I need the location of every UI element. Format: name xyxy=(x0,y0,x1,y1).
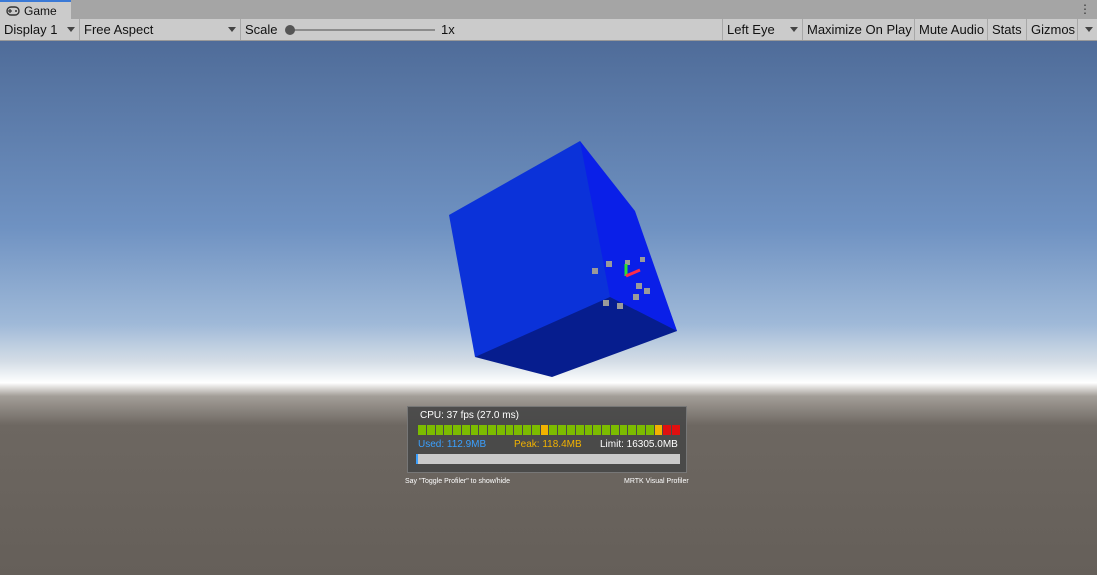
frame-bar xyxy=(453,425,461,435)
frame-bar xyxy=(575,425,584,435)
frame-bar xyxy=(567,425,575,435)
frame-bar xyxy=(479,425,488,435)
frame-bar xyxy=(654,425,663,435)
gamepad-icon xyxy=(6,5,20,16)
tab-game-label: Game xyxy=(24,3,57,18)
eye-dropdown-label: Left Eye xyxy=(727,22,775,37)
scale-slider-track[interactable] xyxy=(290,29,435,31)
memory-peak-label: Peak: 118.4MB xyxy=(514,439,582,450)
game-toolbar: Display 1 Free Aspect Scale 1x Left Eye … xyxy=(0,19,1097,41)
display-dropdown[interactable]: Display 1 xyxy=(0,19,80,40)
stats-label: Stats xyxy=(992,22,1022,37)
frame-rate-bars xyxy=(418,425,680,435)
aspect-dropdown[interactable]: Free Aspect xyxy=(80,19,241,40)
frame-bar xyxy=(558,425,567,435)
cpu-fps-label: CPU: 37 fps (27.0 ms) xyxy=(420,410,519,421)
visual-profiler: CPU: 37 fps (27.0 ms) Used: 112.9MB Peak… xyxy=(407,406,687,473)
memory-bar xyxy=(416,454,680,464)
frame-bar xyxy=(637,425,645,435)
tab-game[interactable]: Game xyxy=(0,0,71,19)
tab-bar: Game ⋮ xyxy=(0,0,1097,20)
memory-limit-label: Limit: 16305.0MB xyxy=(600,439,678,450)
scale-value: 1x xyxy=(441,22,455,37)
chevron-down-icon xyxy=(228,27,236,32)
frame-bar xyxy=(531,425,540,435)
frame-bar xyxy=(418,425,426,435)
chevron-down-icon xyxy=(1085,27,1093,32)
maximize-on-play-label: Maximize On Play xyxy=(807,22,912,37)
eye-dropdown[interactable]: Left Eye xyxy=(723,19,803,40)
frame-bar xyxy=(523,425,531,435)
frame-bar xyxy=(593,425,602,435)
stats-toggle[interactable]: Stats xyxy=(988,19,1027,40)
gizmos-dropdown[interactable] xyxy=(1078,19,1097,40)
frame-bar xyxy=(461,425,470,435)
frame-bar xyxy=(514,425,523,435)
mute-audio-label: Mute Audio xyxy=(919,22,985,37)
frame-bar xyxy=(426,425,435,435)
frame-bar xyxy=(619,425,628,435)
frame-bar xyxy=(645,425,654,435)
frame-bar xyxy=(549,425,558,435)
scale-slider-handle[interactable] xyxy=(285,25,295,35)
memory-bar-fill xyxy=(416,454,418,464)
profiler-hint: Say "Toggle Profiler" to show/hide xyxy=(405,478,510,485)
gizmos-toggle[interactable]: Gizmos xyxy=(1027,19,1078,40)
frame-bar xyxy=(672,425,680,435)
chevron-down-icon xyxy=(67,27,75,32)
gizmos-label: Gizmos xyxy=(1031,22,1076,37)
chevron-down-icon xyxy=(790,27,798,32)
frame-bar xyxy=(540,425,549,435)
game-viewport[interactable] xyxy=(0,41,1097,575)
aspect-dropdown-label: Free Aspect xyxy=(84,22,154,37)
display-dropdown-label: Display 1 xyxy=(4,22,58,37)
scene-render xyxy=(449,141,677,377)
frame-bar xyxy=(602,425,610,435)
more-options-icon[interactable]: ⋮ xyxy=(1079,1,1091,17)
frame-bar xyxy=(496,425,505,435)
frame-bar xyxy=(470,425,479,435)
maximize-on-play-toggle[interactable]: Maximize On Play xyxy=(803,19,915,40)
frame-bar xyxy=(663,425,672,435)
frame-bar xyxy=(628,425,637,435)
scale-label: Scale xyxy=(245,22,278,37)
frame-bar xyxy=(505,425,514,435)
frame-bar xyxy=(444,425,453,435)
mute-audio-toggle[interactable]: Mute Audio xyxy=(915,19,988,40)
profiler-brand: MRTK Visual Profiler xyxy=(624,478,689,485)
frame-bar xyxy=(610,425,619,435)
memory-used-label: Used: 112.9MB xyxy=(418,439,487,450)
frame-bar xyxy=(435,425,444,435)
frame-bar xyxy=(584,425,593,435)
frame-bar xyxy=(488,425,496,435)
